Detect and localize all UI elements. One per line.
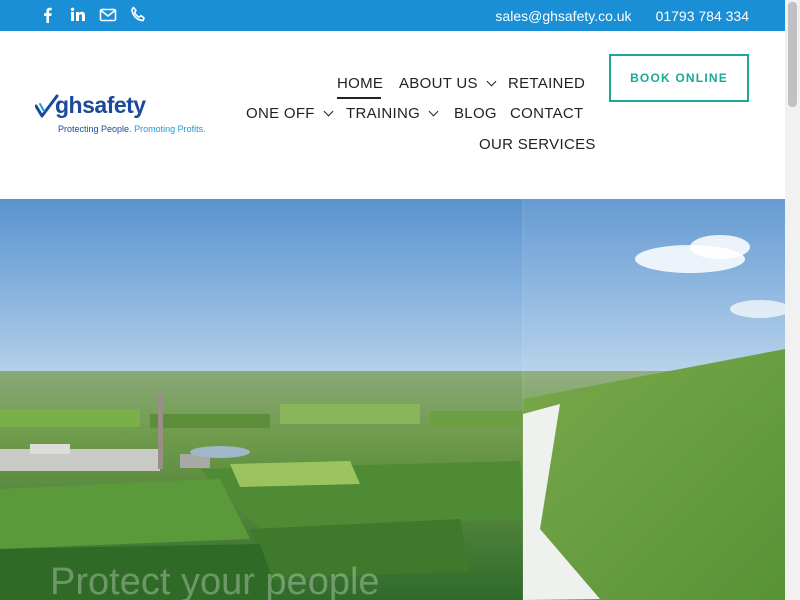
chevron-down-icon [323, 106, 334, 117]
top-bar: sales@ghsafety.co.uk 01793 784 334 [0, 0, 785, 31]
nav-active-indicator [337, 97, 381, 99]
nav-home-label: HOME [337, 75, 384, 92]
nav-retained[interactable]: RETAINED [508, 75, 585, 92]
top-email-link[interactable]: sales@ghsafety.co.uk [495, 8, 631, 24]
nav-blog[interactable]: BLOG [454, 105, 497, 122]
nav-our-services[interactable]: OUR SERVICES [479, 136, 596, 153]
logo-wordmark: ghsafety [55, 92, 146, 119]
nav-training-label: TRAINING [346, 105, 421, 122]
logo-tagline: Protecting People. Promoting Profits. [58, 124, 206, 134]
facebook-icon[interactable] [38, 5, 58, 25]
nav-contact-label: CONTACT [510, 105, 584, 122]
nav-contact[interactable]: CONTACT [510, 105, 583, 122]
hero-overlay-text: Protect your people [50, 561, 380, 600]
nav-one-off-label: ONE OFF [246, 105, 315, 122]
scrollbar-thumb[interactable] [788, 2, 797, 107]
scrollbar[interactable] [785, 0, 800, 600]
linkedin-icon[interactable] [68, 5, 88, 25]
tagline-a: Protecting People. [58, 124, 132, 134]
chevron-down-icon [428, 106, 439, 117]
nav-home[interactable]: HOME [337, 75, 383, 92]
top-phone-link[interactable]: 01793 784 334 [656, 8, 749, 24]
nav-about-us-label: ABOUT US [399, 75, 478, 92]
chevron-down-icon [486, 76, 497, 87]
nav-retained-label: RETAINED [508, 75, 586, 92]
site-logo[interactable]: ghsafety Protecting People. Promoting Pr… [35, 92, 210, 140]
logo-wordmark-b: safety [82, 92, 146, 118]
hero-image: Protect your people [0, 199, 785, 600]
tagline-b: Promoting Profits. [134, 124, 206, 134]
nav-about-us[interactable]: ABOUT US [399, 75, 497, 92]
nav-one-off[interactable]: ONE OFF [246, 105, 334, 122]
logo-wordmark-a: gh [55, 92, 83, 118]
phone-icon[interactable] [128, 5, 148, 25]
nav-training[interactable]: TRAINING [346, 105, 439, 122]
book-online-button[interactable]: BOOK ONLINE [609, 54, 749, 102]
nav-blog-label: BLOG [454, 105, 497, 122]
nav-our-services-label: OUR SERVICES [479, 136, 596, 153]
landscape-illustration [0, 199, 785, 600]
top-contact: sales@ghsafety.co.uk 01793 784 334 [495, 0, 749, 31]
email-icon[interactable] [98, 5, 118, 25]
